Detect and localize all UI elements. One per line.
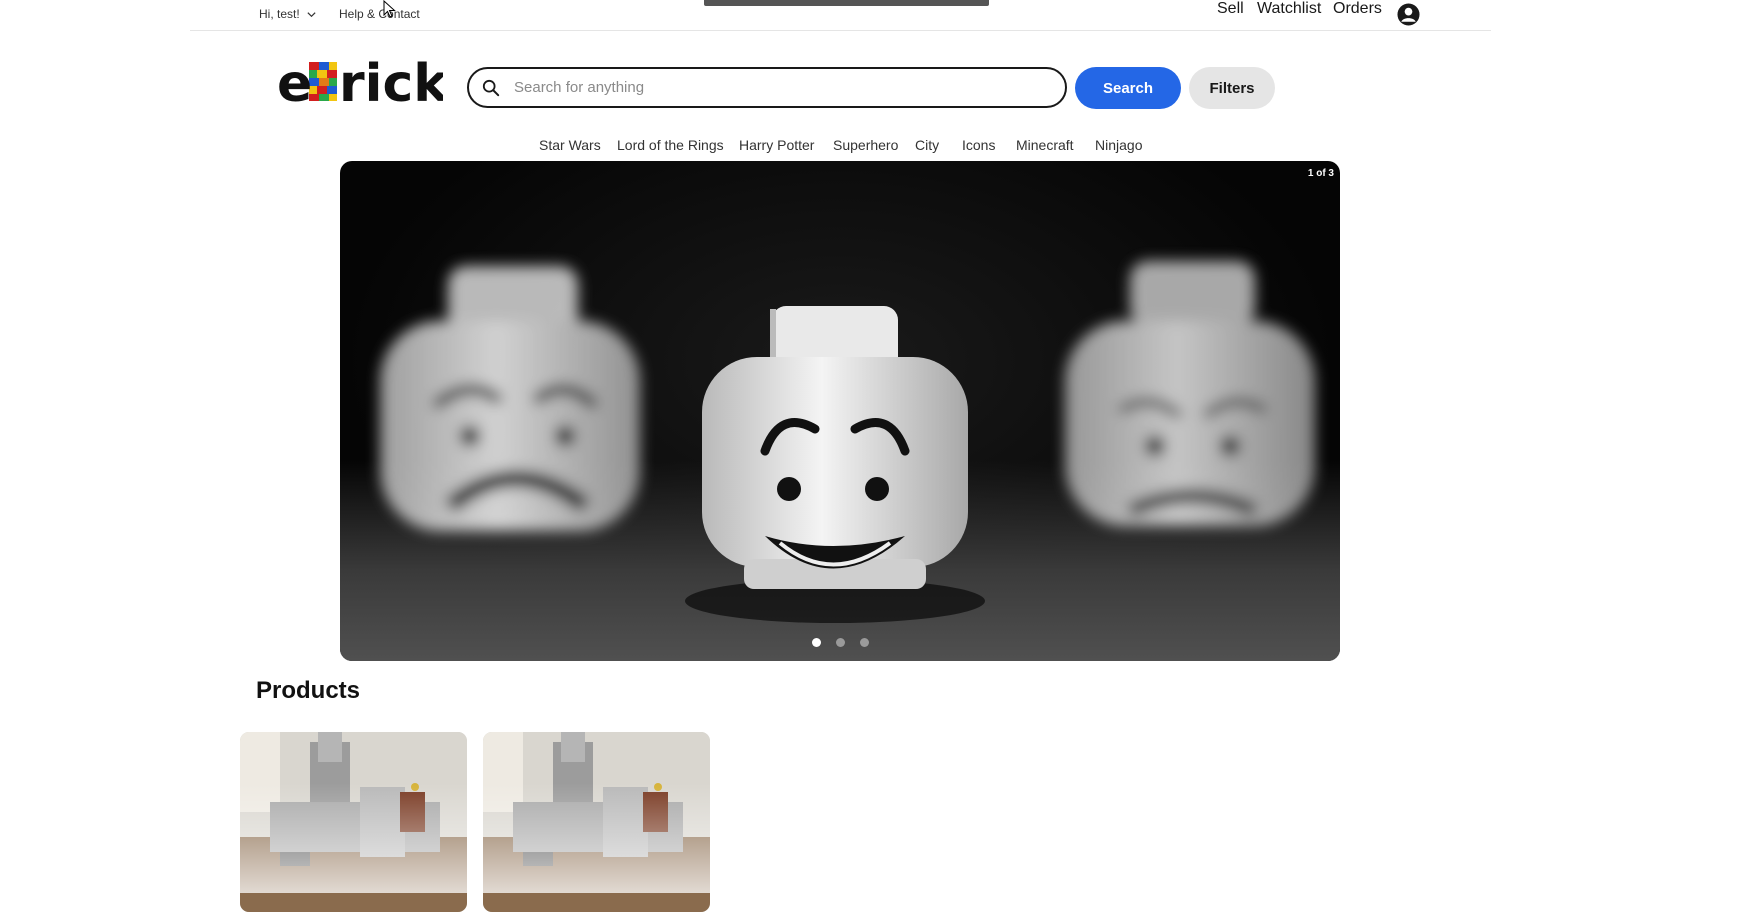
category-star-wars[interactable]: Star Wars [539,137,601,153]
category-icons[interactable]: Icons [962,137,995,153]
logo-text-rick: rick [339,54,443,108]
user-greeting-menu[interactable]: Hi, test! [259,7,317,21]
window-drag-handle[interactable] [704,0,989,6]
category-minecraft[interactable]: Minecraft [1016,137,1074,153]
castle-lego-set-image [483,732,710,912]
help-contact-link[interactable]: Help & Contact [339,7,420,21]
category-nav: Star Wars Lord of the Rings Harry Potter… [0,137,1756,157]
category-city[interactable]: City [915,137,939,153]
category-lord-of-the-rings[interactable]: Lord of the Rings [617,137,724,153]
carousel-dot-1[interactable] [811,638,821,647]
logo-brick-mosaic [309,62,337,101]
user-circle-icon[interactable] [1397,3,1420,26]
castle-lego-set-image [240,732,467,912]
chevron-down-icon [307,11,316,17]
search-button[interactable]: Search [1075,67,1181,109]
greeting-text: Hi, test! [259,7,300,21]
category-superhero[interactable]: Superhero [833,137,898,153]
carousel-dot-3[interactable] [859,638,869,647]
hero-carousel[interactable]: 1 of 3 [340,161,1340,661]
ebrick-logo[interactable]: e rick [277,48,443,108]
orders-link[interactable]: Orders [1333,0,1382,18]
products-heading: Products [256,677,361,704]
carousel-pagination [340,638,1340,647]
watchlist-link[interactable]: Watchlist [1257,0,1321,18]
category-harry-potter[interactable]: Harry Potter [739,137,814,153]
sell-link[interactable]: Sell [1217,0,1244,18]
search-bar[interactable] [467,67,1067,108]
mouse-cursor-icon [383,0,396,18]
filters-button[interactable]: Filters [1189,67,1275,109]
search-input[interactable] [512,78,1036,97]
carousel-counter: 1 of 3 [1307,168,1334,179]
product-card[interactable] [483,732,710,912]
search-icon [482,79,500,96]
header-divider [190,30,1491,31]
category-ninjago[interactable]: Ninjago [1095,137,1142,153]
product-card[interactable] [240,732,467,912]
carousel-dot-2[interactable] [835,638,845,647]
logo-letter-e: e [277,54,312,108]
carousel-slide-image [380,261,1315,623]
